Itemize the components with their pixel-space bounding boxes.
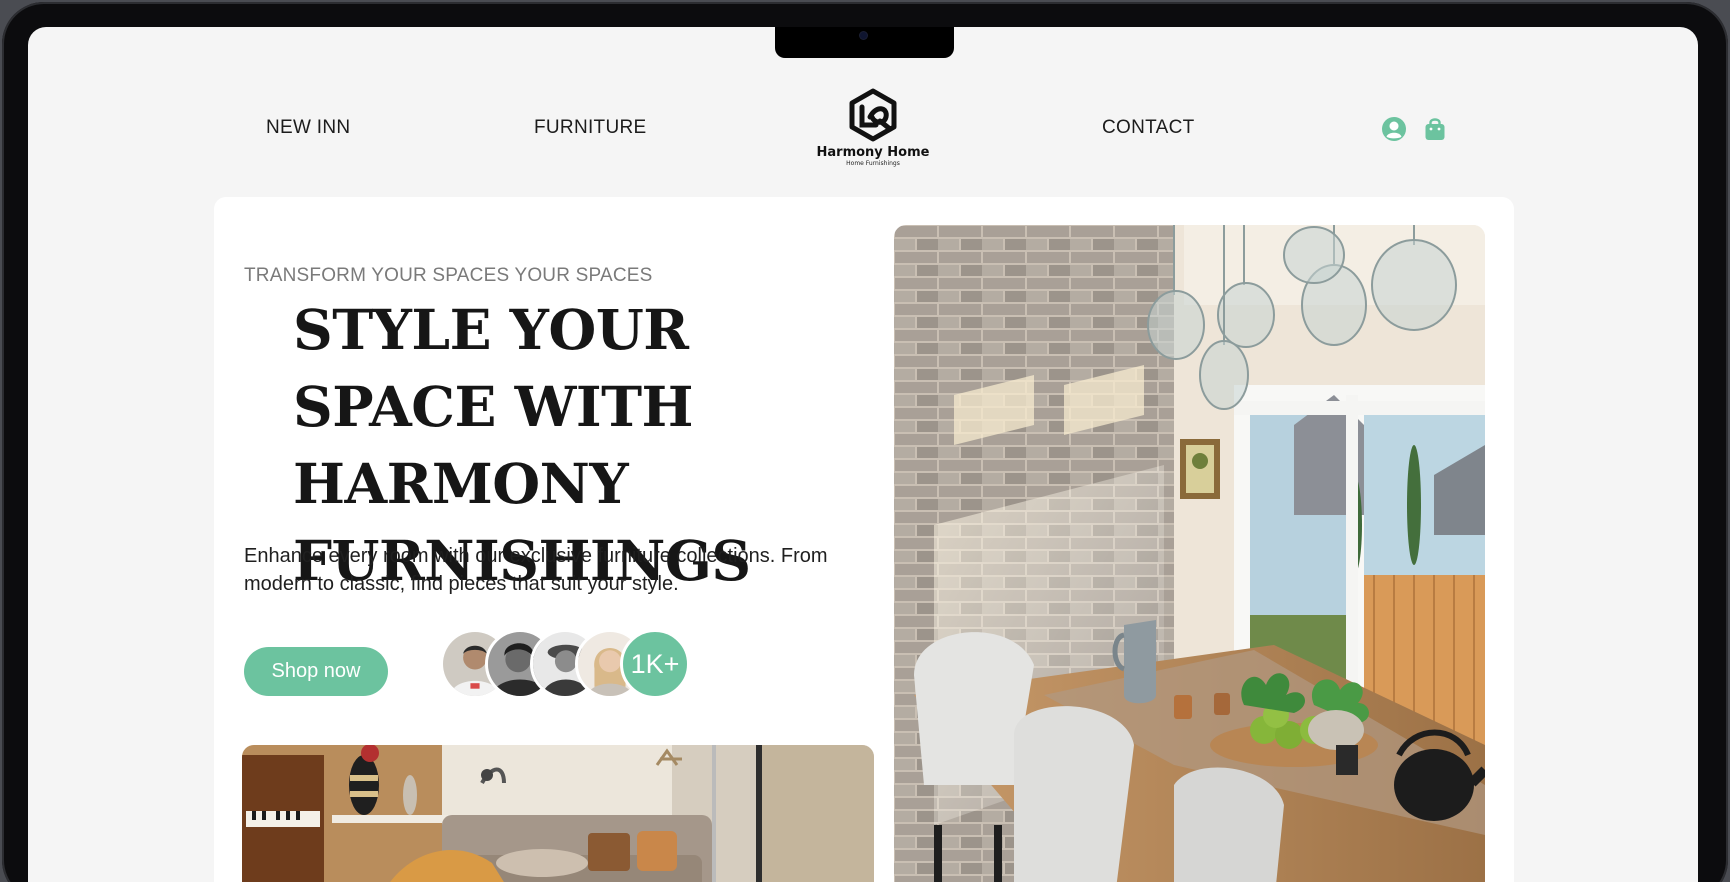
nav-furniture[interactable]: FURNITURE — [534, 117, 646, 139]
customer-count-badge: 1K+ — [620, 629, 690, 699]
brand-tagline: Home Furnishings — [846, 160, 900, 167]
user-icon[interactable] — [1381, 116, 1407, 142]
dining-room-image — [894, 225, 1485, 882]
nav-contact[interactable]: CONTACT — [1102, 117, 1195, 139]
shopping-bag-icon[interactable] — [1422, 116, 1448, 142]
harmony-logo-icon — [849, 88, 897, 142]
shop-now-button[interactable]: Shop now — [244, 647, 388, 696]
camera-notch — [775, 27, 954, 58]
camera-icon — [860, 32, 867, 39]
brand-logo[interactable]: Harmony Home Home Furnishings — [808, 87, 938, 167]
nav-new-inn[interactable]: NEW INN — [266, 117, 350, 139]
living-room-image — [242, 745, 874, 882]
hero-card: TRANSFORM YOUR SPACES YOUR SPACES STYLE … — [214, 197, 1514, 882]
brand-name: Harmony Home — [816, 145, 930, 160]
hero-description: Enhance every room with our exclusive fu… — [244, 545, 828, 595]
screen: NEW INN FURNITURE Harmony Home Home Furn… — [28, 27, 1698, 882]
customer-avatars: 1K+ — [440, 629, 700, 699]
hero-eyebrow: TRANSFORM YOUR SPACES YOUR SPACES — [244, 265, 653, 286]
